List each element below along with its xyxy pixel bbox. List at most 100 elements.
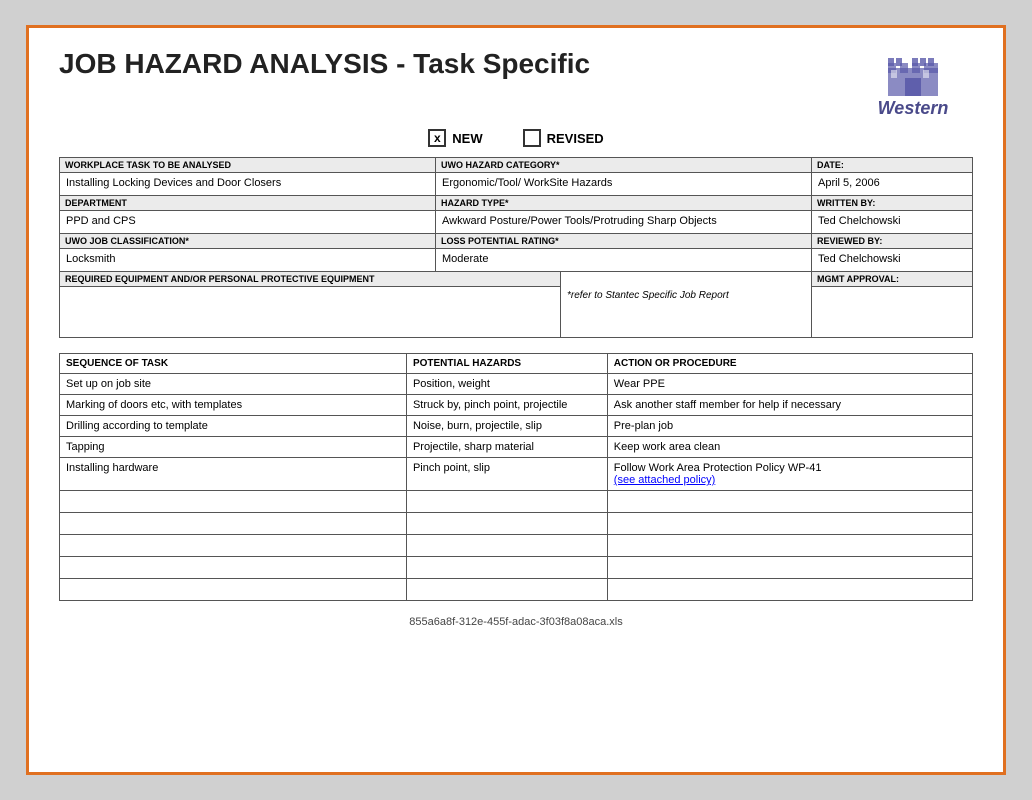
hazard-type-label: HAZARD TYPE* <box>436 196 811 211</box>
document-page: JOB HAZARD ANALYSIS - Task Specific West… <box>26 25 1006 775</box>
task-cell: Tapping <box>60 437 407 458</box>
mgmt-approval-label: MGMT APPROVAL: <box>812 272 972 287</box>
task-cell: Set up on job site <box>60 374 407 395</box>
table-row: Marking of doors etc, with templatesStru… <box>60 395 973 416</box>
hazard-type-cell: HAZARD TYPE* Awkward Posture/Power Tools… <box>436 196 812 233</box>
col-task-header: SEQUENCE OF TASK <box>60 354 407 374</box>
form-grid: WORKPLACE TASK TO BE ANALYSED Installing… <box>59 157 973 338</box>
castle-icon <box>883 48 943 98</box>
col-action-header: ACTION OR PROCEDURE <box>607 354 972 374</box>
hazards-cell <box>406 513 607 535</box>
revised-checkbox-item: REVISED <box>523 129 604 147</box>
task-cell <box>60 557 407 579</box>
action-link: (see attached policy) <box>614 474 716 486</box>
table-row <box>60 557 973 579</box>
date-cell: DATE: April 5, 2006 <box>812 158 972 195</box>
task-cell <box>60 535 407 557</box>
action-cell <box>607 513 972 535</box>
loss-potential-cell: LOSS POTENTIAL RATING* Moderate <box>436 234 812 271</box>
revised-checkbox <box>523 129 541 147</box>
table-row <box>60 491 973 513</box>
written-by-cell: WRITTEN BY: Ted Chelchowski <box>812 196 972 233</box>
department-cell: DEPARTMENT PPD and CPS <box>60 196 436 233</box>
footer: 855a6a8f-312e-455f-adac-3f03f8a08aca.xls <box>59 616 973 628</box>
form-row-2: DEPARTMENT PPD and CPS HAZARD TYPE* Awkw… <box>60 196 972 234</box>
hazards-cell: Struck by, pinch point, projectile <box>406 395 607 416</box>
task-cell: Drilling according to template <box>60 416 407 437</box>
action-cell: Pre-plan job <box>607 416 972 437</box>
logo-area: Western <box>853 48 973 119</box>
table-row: Set up on job sitePosition, weightWear P… <box>60 374 973 395</box>
workplace-task-value: Installing Locking Devices and Door Clos… <box>60 173 435 195</box>
action-cell <box>607 557 972 579</box>
tasks-header-row: SEQUENCE OF TASK POTENTIAL HAZARDS ACTIO… <box>60 354 973 374</box>
table-row: TappingProjectile, sharp materialKeep wo… <box>60 437 973 458</box>
uwo-job-value: Locksmith <box>60 249 435 271</box>
date-value: April 5, 2006 <box>812 173 972 195</box>
table-row <box>60 579 973 601</box>
equipment-value <box>60 287 560 337</box>
table-row <box>60 535 973 557</box>
hazard-type-value: Awkward Posture/Power Tools/Protruding S… <box>436 211 811 233</box>
uwo-job-cell: UWO JOB CLASSIFICATION* Locksmith <box>60 234 436 271</box>
form-row-4: REQUIRED EQUIPMENT AND/OR PERSONAL PROTE… <box>60 272 972 337</box>
new-checkbox: x <box>428 129 446 147</box>
action-cell: Follow Work Area Protection Policy WP-41… <box>607 458 972 491</box>
uwo-hazard-label: UWO HAZARD CATEGORY* <box>436 158 811 173</box>
task-cell: Marking of doors etc, with templates <box>60 395 407 416</box>
hazards-cell <box>406 535 607 557</box>
mgmt-approval-cell: MGMT APPROVAL: <box>812 272 972 337</box>
hazards-cell <box>406 491 607 513</box>
revised-label: REVISED <box>547 131 604 146</box>
action-cell: Keep work area clean <box>607 437 972 458</box>
tasks-table: SEQUENCE OF TASK POTENTIAL HAZARDS ACTIO… <box>59 353 973 601</box>
stantec-spacer <box>561 272 811 286</box>
uwo-hazard-value: Ergonomic/Tool/ WorkSite Hazards <box>436 173 811 195</box>
task-cell <box>60 579 407 601</box>
written-by-value: Ted Chelchowski <box>812 211 972 233</box>
hazards-cell: Pinch point, slip <box>406 458 607 491</box>
workplace-task-label: WORKPLACE TASK TO BE ANALYSED <box>60 158 435 173</box>
table-row <box>60 513 973 535</box>
department-label: DEPARTMENT <box>60 196 435 211</box>
hazards-cell: Noise, burn, projectile, slip <box>406 416 607 437</box>
form-row-3: UWO JOB CLASSIFICATION* Locksmith LOSS P… <box>60 234 972 272</box>
new-checkbox-item: x NEW <box>428 129 482 147</box>
page-title: JOB HAZARD ANALYSIS - Task Specific <box>59 48 853 80</box>
written-by-label: WRITTEN BY: <box>812 196 972 211</box>
workplace-task-cell: WORKPLACE TASK TO BE ANALYSED Installing… <box>60 158 436 195</box>
task-cell <box>60 491 407 513</box>
hazards-cell <box>406 579 607 601</box>
status-row: x NEW REVISED <box>59 129 973 147</box>
uwo-job-label: UWO JOB CLASSIFICATION* <box>60 234 435 249</box>
stantec-note-cell: *refer to Stantec Specific Job Report <box>561 272 812 337</box>
equipment-cell: REQUIRED EQUIPMENT AND/OR PERSONAL PROTE… <box>60 272 561 337</box>
action-cell <box>607 535 972 557</box>
action-cell: Ask another staff member for help if nec… <box>607 395 972 416</box>
stantec-note: *refer to Stantec Specific Job Report <box>561 286 811 308</box>
col-hazards-header: POTENTIAL HAZARDS <box>406 354 607 374</box>
table-row: Drilling according to templateNoise, bur… <box>60 416 973 437</box>
uwo-hazard-cell: UWO HAZARD CATEGORY* Ergonomic/Tool/ Wor… <box>436 158 812 195</box>
equipment-label: REQUIRED EQUIPMENT AND/OR PERSONAL PROTE… <box>60 272 560 287</box>
hazards-cell: Position, weight <box>406 374 607 395</box>
form-row-1: WORKPLACE TASK TO BE ANALYSED Installing… <box>60 158 972 196</box>
logo-text: Western <box>878 98 949 119</box>
hazards-cell: Projectile, sharp material <box>406 437 607 458</box>
task-cell <box>60 513 407 535</box>
header: JOB HAZARD ANALYSIS - Task Specific West… <box>59 48 973 119</box>
loss-potential-label: LOSS POTENTIAL RATING* <box>436 234 811 249</box>
reviewed-by-label: REVIEWED BY: <box>812 234 972 249</box>
reviewed-by-value: Ted Chelchowski <box>812 249 972 271</box>
reviewed-by-cell: REVIEWED BY: Ted Chelchowski <box>812 234 972 271</box>
action-cell: Wear PPE <box>607 374 972 395</box>
table-row: Installing hardwarePinch point, slipFoll… <box>60 458 973 491</box>
action-cell <box>607 491 972 513</box>
task-cell: Installing hardware <box>60 458 407 491</box>
date-label: DATE: <box>812 158 972 173</box>
new-label: NEW <box>452 131 482 146</box>
department-value: PPD and CPS <box>60 211 435 233</box>
action-cell <box>607 579 972 601</box>
footer-filename: 855a6a8f-312e-455f-adac-3f03f8a08aca.xls <box>409 616 622 628</box>
loss-potential-value: Moderate <box>436 249 811 271</box>
